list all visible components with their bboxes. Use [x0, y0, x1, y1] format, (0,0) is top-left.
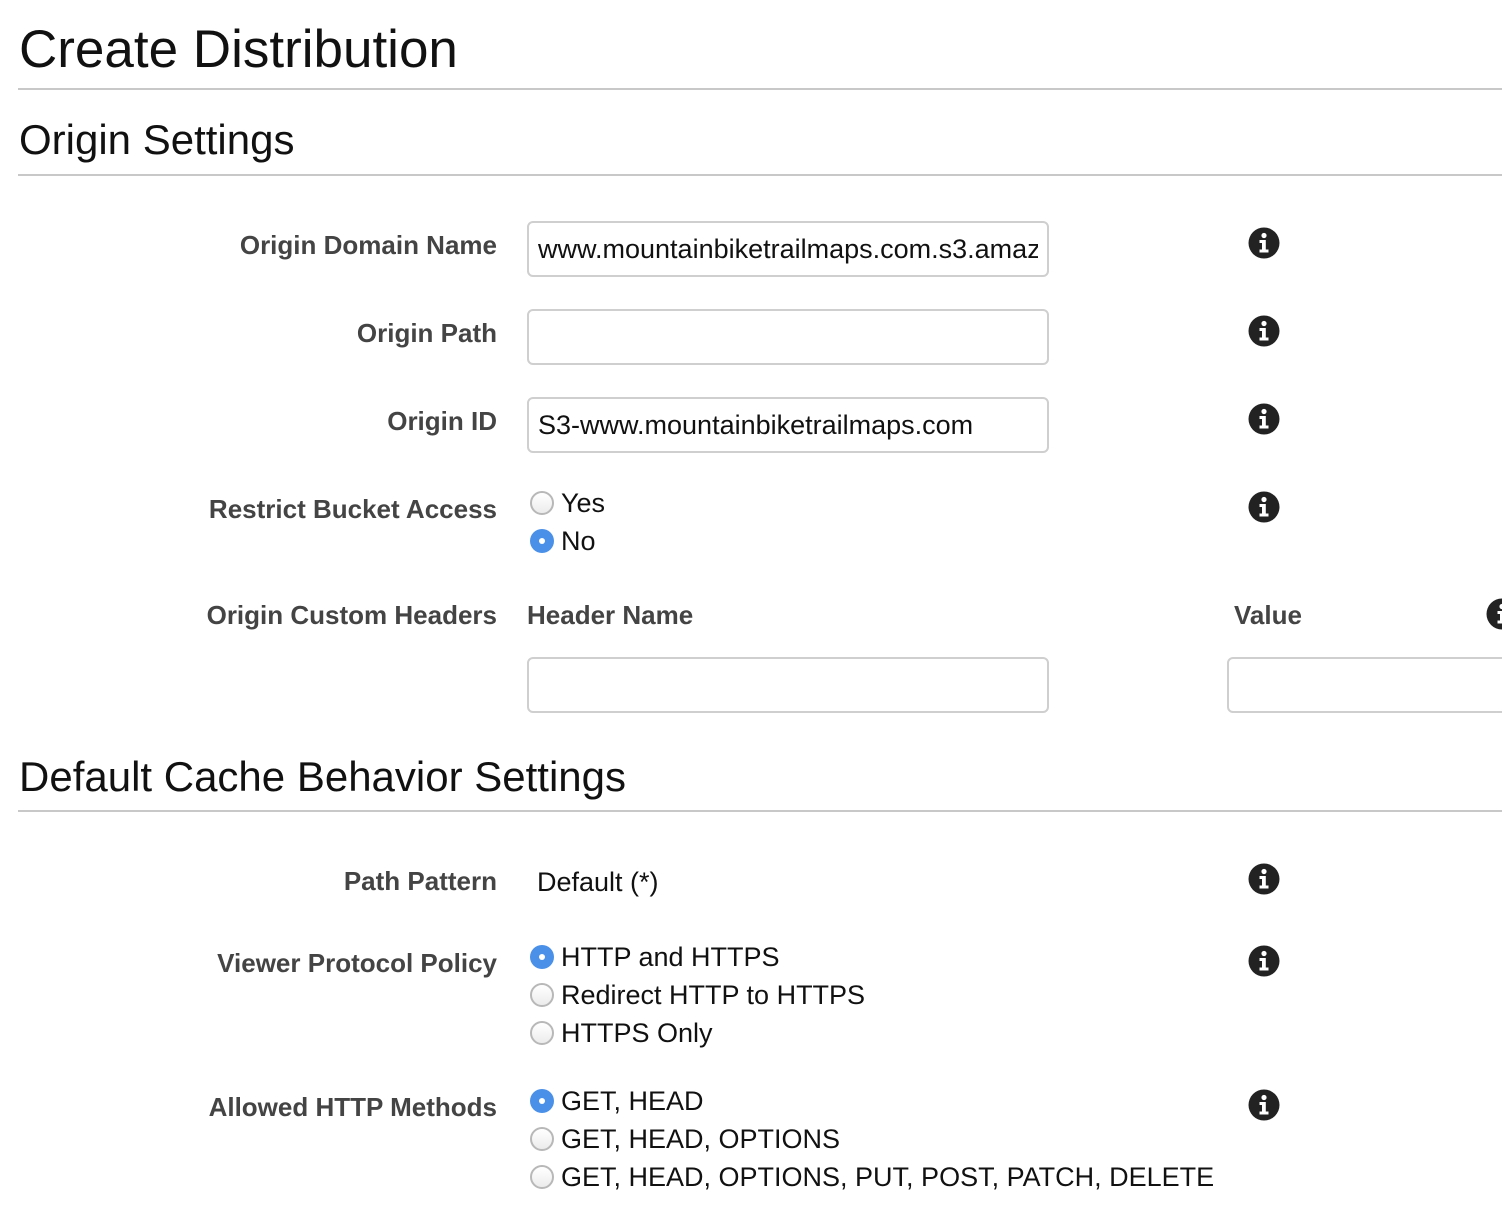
restrict-bucket-access-no-option[interactable]: No: [530, 525, 596, 557]
info-icon[interactable]: [1248, 491, 1280, 523]
info-icon[interactable]: [1248, 1089, 1280, 1121]
path-pattern-label: Path Pattern: [343, 866, 497, 896]
restrict-bucket-access-yes-option[interactable]: Yes: [530, 487, 605, 519]
restrict-bucket-access-label: Restrict Bucket Access: [208, 494, 497, 524]
origin-path-input[interactable]: [527, 309, 1049, 365]
allowed-methods-get-head-radio[interactable]: [530, 1089, 554, 1113]
restrict-bucket-access-no-radio[interactable]: [530, 529, 554, 553]
allowed-methods-get-head-options-option[interactable]: GET, HEAD, OPTIONS: [530, 1123, 840, 1155]
header-value-input[interactable]: [1227, 657, 1502, 713]
origin-path-label: Origin Path: [356, 318, 497, 348]
info-icon[interactable]: [1248, 863, 1280, 895]
path-pattern-value: Default (*): [537, 867, 659, 897]
cache-behavior-heading: Default Cache Behavior Settings: [19, 753, 627, 800]
viewer-protocol-http-and-https-radio[interactable]: [530, 945, 554, 969]
viewer-protocol-redirect-option[interactable]: Redirect HTTP to HTTPS: [530, 979, 865, 1011]
radio-label: Yes: [561, 488, 606, 518]
allowed-methods-all-option[interactable]: GET, HEAD, OPTIONS, PUT, POST, PATCH, DE…: [530, 1161, 1214, 1193]
radio-label: GET, HEAD: [561, 1086, 704, 1116]
radio-label: HTTP and HTTPS: [561, 942, 780, 972]
header-name-column-label: Header Name: [527, 600, 694, 630]
origin-settings-heading: Origin Settings: [19, 116, 295, 163]
title-divider: [18, 88, 1502, 90]
viewer-protocol-https-only-radio[interactable]: [530, 1021, 554, 1045]
allowed-methods-get-head-options-radio[interactable]: [530, 1127, 554, 1151]
allowed-methods-get-head-option[interactable]: GET, HEAD: [530, 1085, 704, 1117]
viewer-protocol-redirect-radio[interactable]: [530, 983, 554, 1007]
cache-behavior-divider: [18, 810, 1502, 812]
allowed-methods-all-radio[interactable]: [530, 1165, 554, 1189]
info-icon[interactable]: [1248, 945, 1280, 977]
page-title: Create Distribution: [19, 20, 458, 79]
origin-settings-divider: [18, 174, 1502, 176]
restrict-bucket-access-yes-radio[interactable]: [530, 491, 554, 515]
radio-label: GET, HEAD, OPTIONS, PUT, POST, PATCH, DE…: [561, 1162, 1215, 1192]
value-column-label: Value: [1234, 600, 1302, 630]
header-name-input[interactable]: [527, 657, 1049, 713]
origin-id-label: Origin ID: [387, 406, 497, 436]
radio-label: Redirect HTTP to HTTPS: [561, 980, 866, 1010]
origin-domain-name-label: Origin Domain Name: [239, 230, 497, 260]
info-icon[interactable]: [1248, 315, 1280, 347]
allowed-http-methods-label: Allowed HTTP Methods: [208, 1092, 497, 1122]
radio-label: No: [561, 526, 596, 556]
viewer-protocol-https-only-option[interactable]: HTTPS Only: [530, 1017, 713, 1049]
info-icon[interactable]: [1248, 227, 1280, 259]
info-icon[interactable]: [1248, 403, 1280, 435]
radio-label: HTTPS Only: [561, 1018, 713, 1048]
viewer-protocol-http-and-https-option[interactable]: HTTP and HTTPS: [530, 941, 780, 973]
origin-custom-headers-label: Origin Custom Headers: [206, 600, 497, 630]
viewer-protocol-policy-label: Viewer Protocol Policy: [217, 948, 497, 978]
origin-id-input[interactable]: [527, 397, 1049, 453]
origin-domain-name-input[interactable]: [527, 221, 1049, 277]
info-icon[interactable]: [1486, 598, 1502, 630]
radio-label: GET, HEAD, OPTIONS: [561, 1124, 841, 1154]
